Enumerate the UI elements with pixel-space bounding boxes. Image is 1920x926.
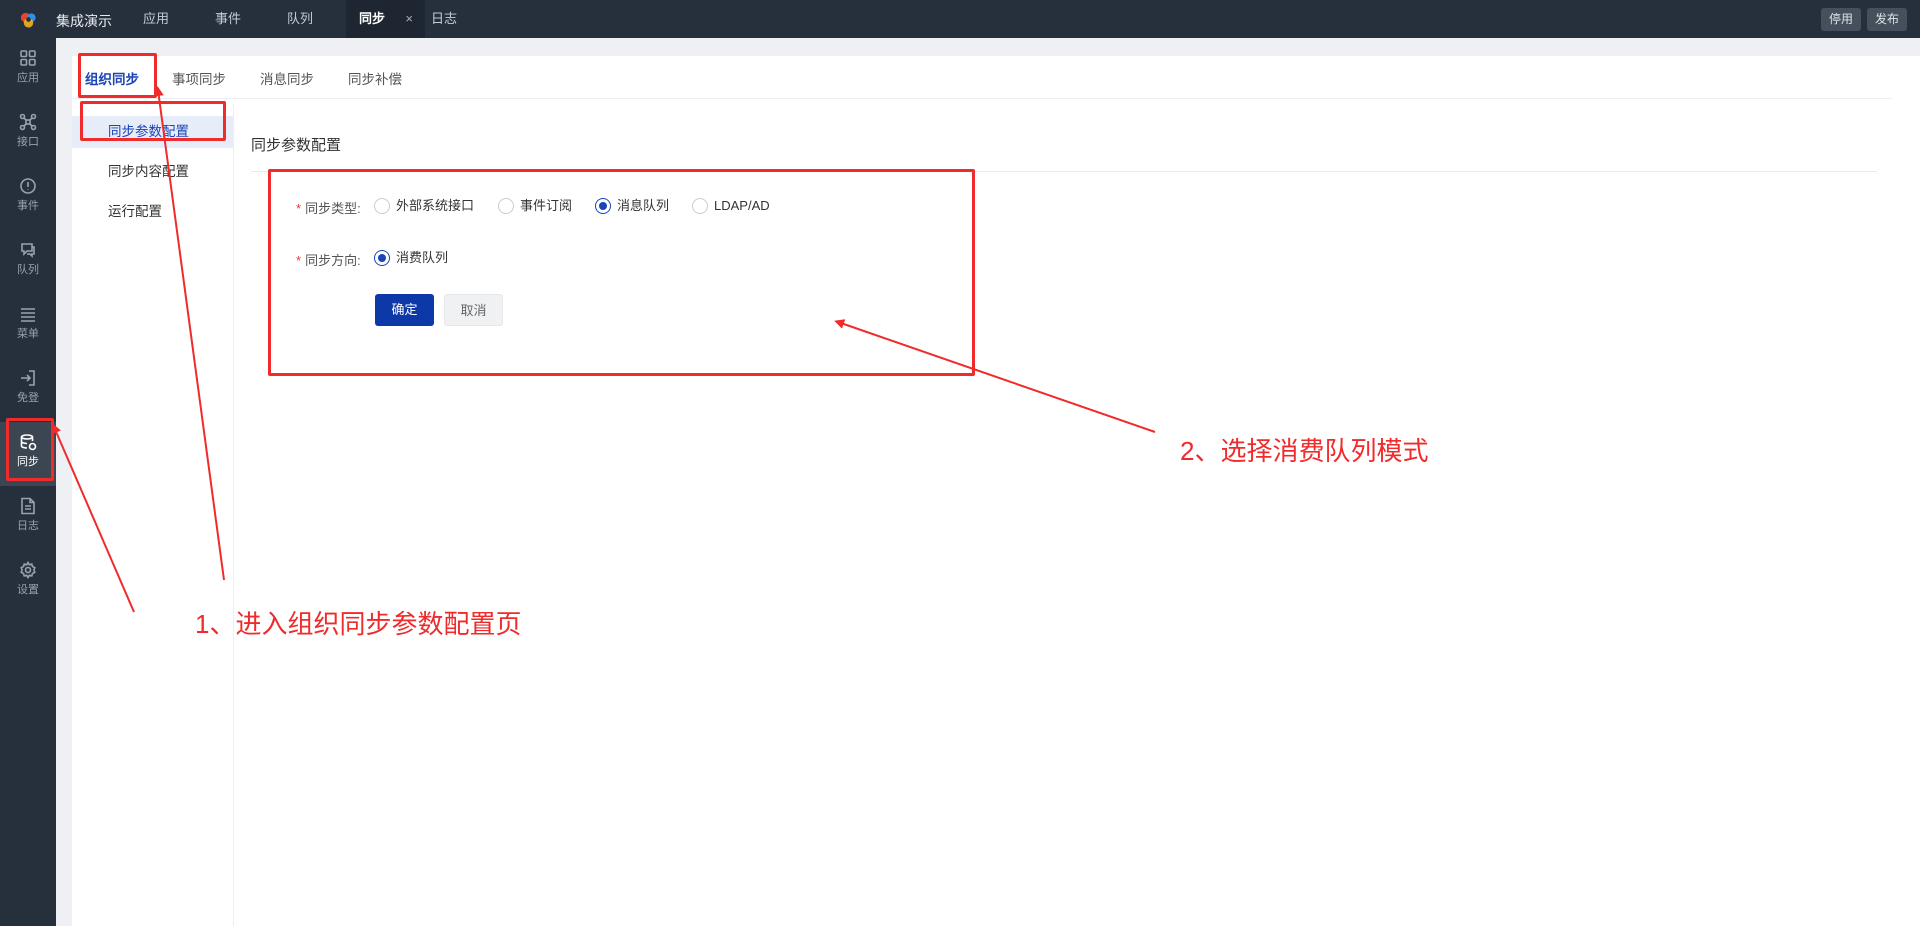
chat-stack-icon [21, 243, 35, 258]
tab-matter-sync[interactable]: 事项同步 [172, 68, 226, 88]
highlight-box-sync-nav [6, 418, 54, 481]
sub-tabs: 组织同步 事项同步 消息同步 同步补偿 [72, 56, 1892, 99]
sidebar-item-label: 设置 [17, 584, 39, 596]
sidebar-item-sso[interactable]: 免登 [0, 358, 56, 422]
sidebar-item-interface[interactable]: 接口 [0, 102, 56, 166]
publish-button[interactable]: 发布 [1867, 8, 1908, 31]
sidebar-item-event[interactable]: 事件 [0, 166, 56, 230]
tab-queue[interactable]: 队列 [274, 0, 326, 38]
tab-sync-compensation[interactable]: 同步补偿 [348, 68, 402, 88]
menu-item-run-config[interactable]: 运行配置 [72, 196, 233, 228]
login-icon [21, 370, 35, 386]
tab-event-label: 事件 [215, 11, 242, 26]
sidebar-item-label: 应用 [17, 72, 39, 84]
sidebar-item-label: 免登 [17, 392, 39, 404]
highlight-box-form [268, 169, 975, 376]
menu-lines-icon [21, 308, 35, 322]
sidebar-item-label: 日志 [17, 520, 39, 532]
app-logo-icon [20, 12, 36, 28]
tab-sync-label: 同步 [359, 11, 386, 26]
sidebar-item-menu[interactable]: 菜单 [0, 294, 56, 358]
tab-sync[interactable]: 同步 × [346, 0, 426, 38]
annotation-step2: 2、选择消费队列模式 [1180, 436, 1429, 466]
tab-message-sync[interactable]: 消息同步 [260, 68, 314, 88]
tab-event[interactable]: 事件 [202, 0, 254, 38]
app-title: 集成演示 [56, 13, 112, 29]
menu-item-sync-content[interactable]: 同步内容配置 [72, 156, 233, 188]
disable-button[interactable]: 停用 [1821, 8, 1862, 31]
section-title: 同步参数配置 [251, 137, 342, 154]
tab-app[interactable]: 应用 [130, 0, 182, 38]
network-icon [19, 113, 37, 131]
left-menu: 同步参数配置 同步内容配置 运行配置 [72, 104, 234, 926]
highlight-box-org-sync-tab [78, 53, 157, 98]
sidebar-item-settings[interactable]: 设置 [0, 550, 56, 614]
alert-circle-icon [20, 178, 36, 194]
tab-log[interactable]: 日志 [418, 0, 470, 38]
sidebar-item-label: 菜单 [17, 328, 39, 340]
grid-icon [20, 50, 36, 66]
sidebar-item-label: 事件 [17, 200, 39, 212]
sidebar-item-app[interactable]: 应用 [0, 38, 56, 102]
top-bar: 集成演示 应用 事件 队列 同步 × 日志 停用 发布 [0, 0, 1920, 38]
document-icon [21, 497, 35, 515]
tab-app-label: 应用 [143, 11, 170, 26]
tab-queue-label: 队列 [287, 11, 314, 26]
highlight-box-sync-params-menu [80, 101, 226, 141]
sidebar-item-label: 队列 [17, 264, 39, 276]
annotation-step1: 1、进入组织同步参数配置页 [195, 609, 522, 639]
close-icon[interactable]: × [405, 0, 413, 38]
sidebar-item-label: 接口 [17, 136, 39, 148]
side-nav: 应用 接口 事件 队列 菜单 免登 同步 日志 设置 [0, 38, 56, 926]
sidebar-item-log[interactable]: 日志 [0, 486, 56, 550]
sidebar-item-queue[interactable]: 队列 [0, 230, 56, 294]
gear-icon [20, 561, 36, 579]
tab-log-label: 日志 [431, 11, 458, 26]
